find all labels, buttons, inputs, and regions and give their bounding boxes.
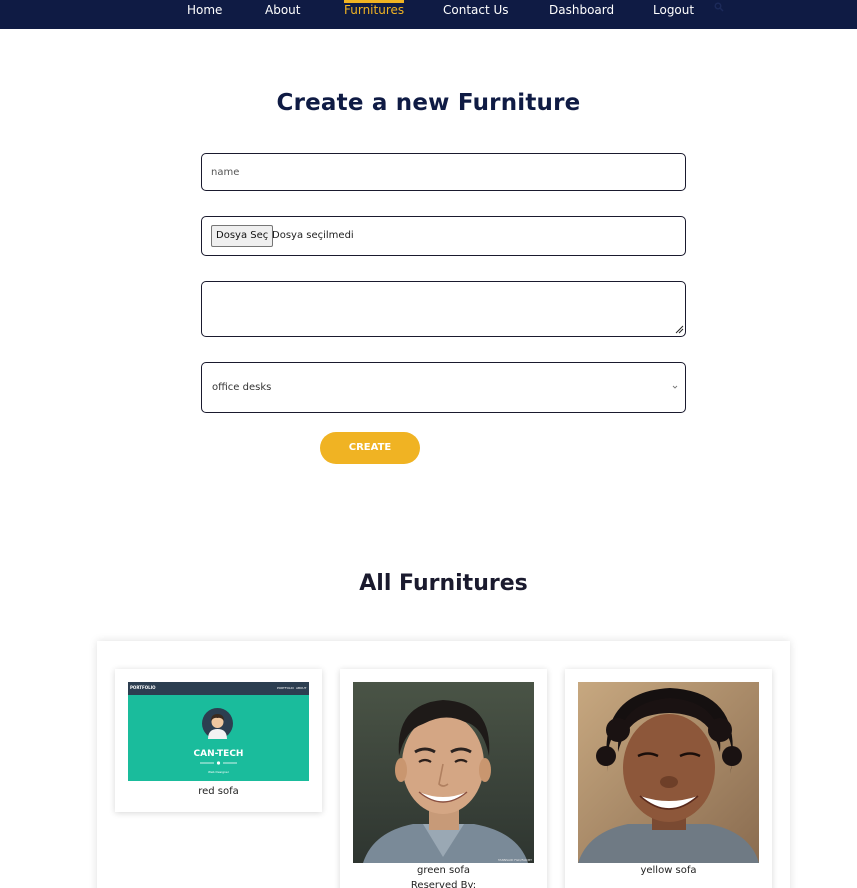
nav-contact-us[interactable]: Contact Us xyxy=(443,0,509,29)
furniture-card-green-sofa[interactable]: TANNSAID FGD/FAK/BT green sofa Reserved … xyxy=(340,669,547,888)
chevron-down-icon xyxy=(672,385,678,389)
furniture-name: green sofa xyxy=(416,865,471,876)
thumbnail-subtitle: Web Designer xyxy=(208,770,229,774)
thumbnail-navbar: PORTFOLIO PORTFOLIO ABOUT xyxy=(128,682,309,695)
furniture-image: TANNSAID FGD/FAK/BT xyxy=(353,682,534,863)
description-textarea[interactable] xyxy=(201,281,686,337)
image-watermark: TANNSAID FGD/FAK/BT xyxy=(497,858,532,862)
furniture-name: yellow sofa xyxy=(640,865,697,876)
furniture-image xyxy=(578,682,759,863)
nav-logout[interactable]: Logout xyxy=(653,0,694,29)
file-input: Dosya Seç Dosya seçilmedi xyxy=(201,216,686,256)
create-button[interactable]: CREATE xyxy=(320,432,420,464)
star-divider-icon xyxy=(200,761,237,765)
thumbnail-heading: CAN-TECH xyxy=(193,749,244,759)
top-navbar: Home About Furnitures Contact Us Dashboa… xyxy=(0,0,857,29)
list-title: All Furnitures xyxy=(359,571,528,596)
nav-furnitures[interactable]: Furnitures xyxy=(344,0,405,29)
avatar-icon xyxy=(202,708,233,739)
furniture-card-red-sofa[interactable]: PORTFOLIO PORTFOLIO ABOUT CAN-TECH Web D… xyxy=(115,669,322,812)
category-selected-value: office desks xyxy=(212,382,272,393)
file-status-text: Dosya seçilmedi xyxy=(272,230,354,241)
form-title: Create a new Furniture xyxy=(276,90,581,116)
search-icon[interactable] xyxy=(714,2,724,12)
furniture-card-yellow-sofa[interactable]: yellow sofa xyxy=(565,669,772,888)
thumbnail-brand: PORTFOLIO xyxy=(130,685,156,690)
furniture-image: PORTFOLIO PORTFOLIO ABOUT CAN-TECH Web D… xyxy=(128,682,309,781)
furniture-name: red sofa xyxy=(198,786,239,797)
name-input[interactable] xyxy=(201,153,686,191)
thumbnail-link: ABOUT xyxy=(296,686,307,690)
nav-about[interactable]: About xyxy=(265,0,300,29)
category-select[interactable]: office desks xyxy=(201,362,686,413)
nav-home[interactable]: Home xyxy=(187,0,222,29)
reserved-by-label: Reserved By: xyxy=(410,880,477,888)
thumbnail-link: PORTFOLIO xyxy=(277,686,294,690)
resize-handle-icon[interactable] xyxy=(675,325,684,334)
nav-dashboard[interactable]: Dashboard xyxy=(549,0,614,29)
choose-file-button[interactable]: Dosya Seç xyxy=(211,225,274,247)
